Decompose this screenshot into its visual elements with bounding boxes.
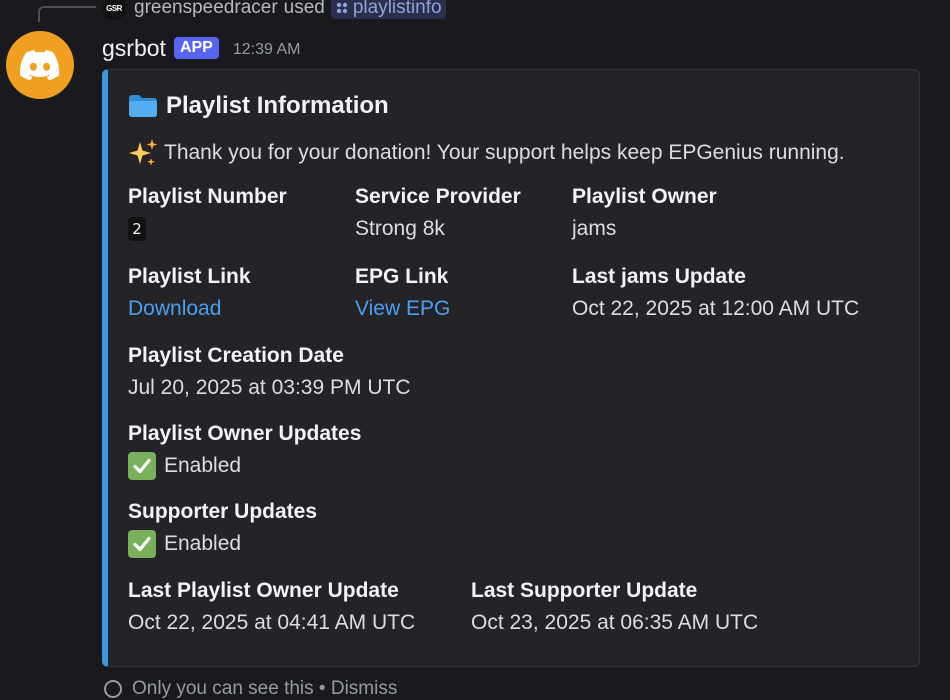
view-epg-link[interactable]: View EPG	[355, 292, 450, 326]
slash-command-name: playlistinfo	[352, 0, 442, 18]
embed-title-text: Playlist Information	[166, 92, 389, 119]
command-icon	[336, 2, 348, 14]
field-name: Service Provider	[355, 185, 521, 208]
field-creation-date: Playlist Creation Date Jul 20, 2025 at 0…	[128, 341, 411, 405]
playlist-embed: Playlist Information Thank you for your …	[102, 69, 920, 667]
field-epg-link: EPG Link View EPG	[355, 262, 450, 326]
field-name: Supporter Updates	[128, 500, 318, 523]
playlist-owner-value: jams	[572, 217, 617, 240]
supporter-updates-value: Enabled	[164, 532, 242, 555]
message-timestamp[interactable]: 12:39 AM	[233, 41, 301, 59]
check-mark-icon	[128, 452, 156, 480]
last-supporter-update-value: Oct 23, 2025 at 06:35 AM UTC	[471, 611, 759, 634]
field-last-jams-update: Last jams Update Oct 22, 2025 at 12:00 A…	[572, 262, 859, 326]
folder-icon	[129, 95, 157, 117]
download-link[interactable]: Download	[128, 292, 221, 326]
field-value: View EPG	[355, 292, 450, 326]
app-badge: APP	[173, 37, 219, 59]
playlist-number-value: 2	[128, 217, 146, 241]
field-name: Playlist Creation Date	[128, 344, 344, 367]
field-playlist-link: Playlist Link Download	[128, 262, 251, 326]
embed-description: Thank you for your donation! Your suppor…	[128, 138, 845, 168]
bot-username[interactable]: gsrbot	[102, 35, 166, 62]
field-last-supporter-update: Last Supporter Update Oct 23, 2025 at 06…	[471, 576, 758, 640]
bot-avatar[interactable]	[6, 31, 74, 99]
creation-date-value: Jul 20, 2025 at 03:39 PM UTC	[128, 376, 411, 399]
field-value: Download	[128, 292, 251, 326]
field-supporter-updates: Supporter Updates Enabled	[128, 497, 317, 561]
field-value: 2	[128, 212, 287, 246]
reply-used-text: used	[283, 0, 325, 18]
field-name: Playlist Link	[128, 265, 251, 288]
field-name: Playlist Owner Updates	[128, 422, 362, 445]
discord-logo-icon	[20, 50, 60, 80]
eye-icon	[104, 680, 122, 698]
replied-user-avatar[interactable]: GSR	[102, 0, 126, 20]
field-value: Enabled	[128, 449, 361, 483]
field-name: Playlist Number	[128, 185, 287, 208]
field-owner-updates: Playlist Owner Updates Enabled	[128, 419, 361, 483]
field-last-owner-update: Last Playlist Owner Update Oct 22, 2025 …	[128, 576, 415, 640]
ephemeral-notice-text: Only you can see this • Dismiss	[132, 678, 398, 699]
field-value: Enabled	[128, 527, 317, 561]
field-playlist-number: Playlist Number 2	[128, 182, 287, 246]
field-name: Playlist Owner	[572, 185, 717, 208]
sparkles-icon	[129, 139, 158, 166]
embed-title: Playlist Information	[128, 92, 389, 120]
last-owner-update-value: Oct 22, 2025 at 04:41 AM UTC	[128, 611, 416, 634]
reply-reference[interactable]: GSR greenspeedracer used playlistinfo	[102, 0, 446, 20]
field-service-provider: Service Provider Strong 8k	[355, 182, 521, 246]
field-name: Last jams Update	[572, 265, 746, 288]
slash-command-chip[interactable]: playlistinfo	[330, 0, 446, 19]
message-header: gsrbot APP 12:39 AM	[102, 33, 300, 63]
service-provider-value: Strong 8k	[355, 217, 445, 240]
owner-updates-value: Enabled	[164, 454, 242, 477]
field-name: EPG Link	[355, 265, 449, 288]
check-mark-icon	[128, 530, 156, 558]
reply-connector	[38, 6, 96, 22]
field-playlist-owner: Playlist Owner jams	[572, 182, 717, 246]
field-name: Last Supporter Update	[471, 579, 698, 602]
last-jams-update-value: Oct 22, 2025 at 12:00 AM UTC	[572, 297, 860, 320]
embed-description-text: Thank you for your donation! Your suppor…	[164, 141, 845, 164]
ephemeral-notice: Only you can see this • Dismiss	[104, 678, 397, 700]
field-name: Last Playlist Owner Update	[128, 579, 399, 602]
replied-username[interactable]: greenspeedracer	[134, 0, 278, 19]
